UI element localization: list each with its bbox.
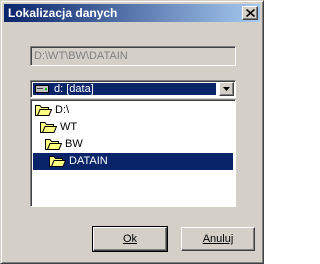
drive-dropdown-button[interactable] xyxy=(219,82,234,96)
ok-button-label: Ok xyxy=(122,233,138,245)
dialog-window: Lokalizacja danych D:\WT\BW\DATAIN d: [d… xyxy=(0,0,264,264)
close-icon xyxy=(246,9,255,17)
hard-drive-icon xyxy=(35,85,49,93)
tree-item-label: DATAIN xyxy=(69,155,108,167)
tree-item-label: WT xyxy=(60,121,78,133)
tree-item-bw[interactable]: BW xyxy=(33,136,233,153)
close-button[interactable] xyxy=(242,6,258,20)
tree-item-d[interactable]: D:\ xyxy=(33,102,233,119)
chevron-down-icon xyxy=(223,87,230,91)
tree-item-datain[interactable]: DATAIN xyxy=(33,153,233,170)
window-title: Lokalizacja danych xyxy=(8,6,118,20)
open-folder-icon xyxy=(49,154,67,173)
drive-selected-value: d: [data] xyxy=(33,83,216,95)
drive-select[interactable]: d: [data] xyxy=(30,80,236,98)
title-bar[interactable]: Lokalizacja danych xyxy=(4,4,260,22)
folder-tree: D:\ WT BW DATAIN xyxy=(30,99,236,207)
tree-item-label: BW xyxy=(65,138,83,150)
cancel-button[interactable]: Anuluj xyxy=(181,227,255,251)
path-field: D:\WT\BW\DATAIN xyxy=(30,46,236,66)
cancel-button-label: Anuluj xyxy=(202,233,234,245)
ok-button[interactable]: Ok xyxy=(92,226,168,252)
tree-item-label: D:\ xyxy=(55,104,70,116)
drive-label: d: [data] xyxy=(54,83,94,95)
tree-item-wt[interactable]: WT xyxy=(33,119,233,136)
